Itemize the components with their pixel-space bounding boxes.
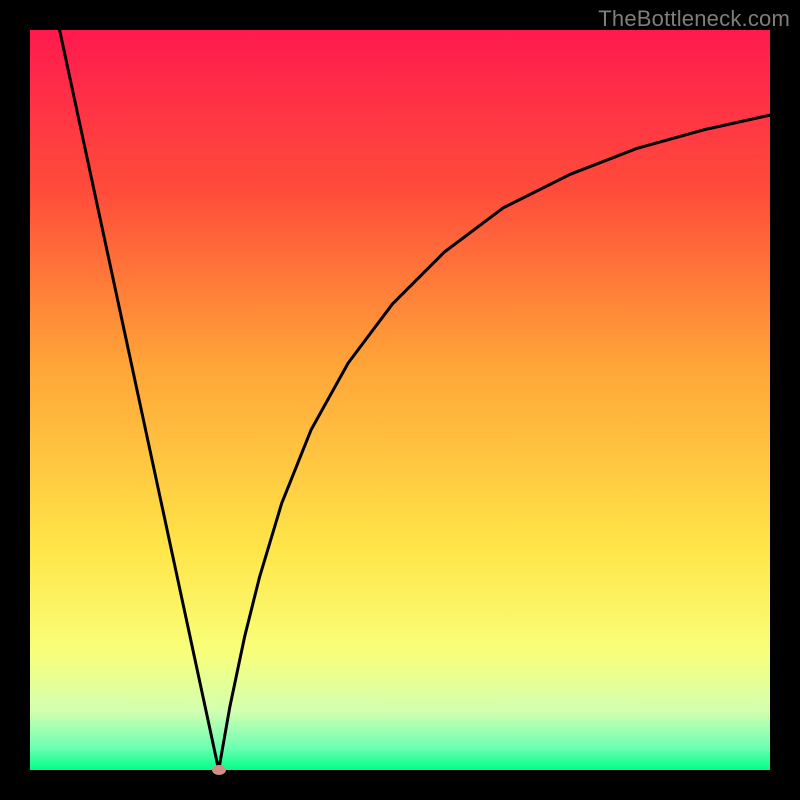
chart-frame: TheBottleneck.com [0,0,800,800]
curve-right-branch [219,115,770,770]
curve-left-branch [60,30,219,770]
watermark-text: TheBottleneck.com [598,6,790,32]
optimum-marker [212,765,226,775]
bottleneck-curve [30,30,770,770]
